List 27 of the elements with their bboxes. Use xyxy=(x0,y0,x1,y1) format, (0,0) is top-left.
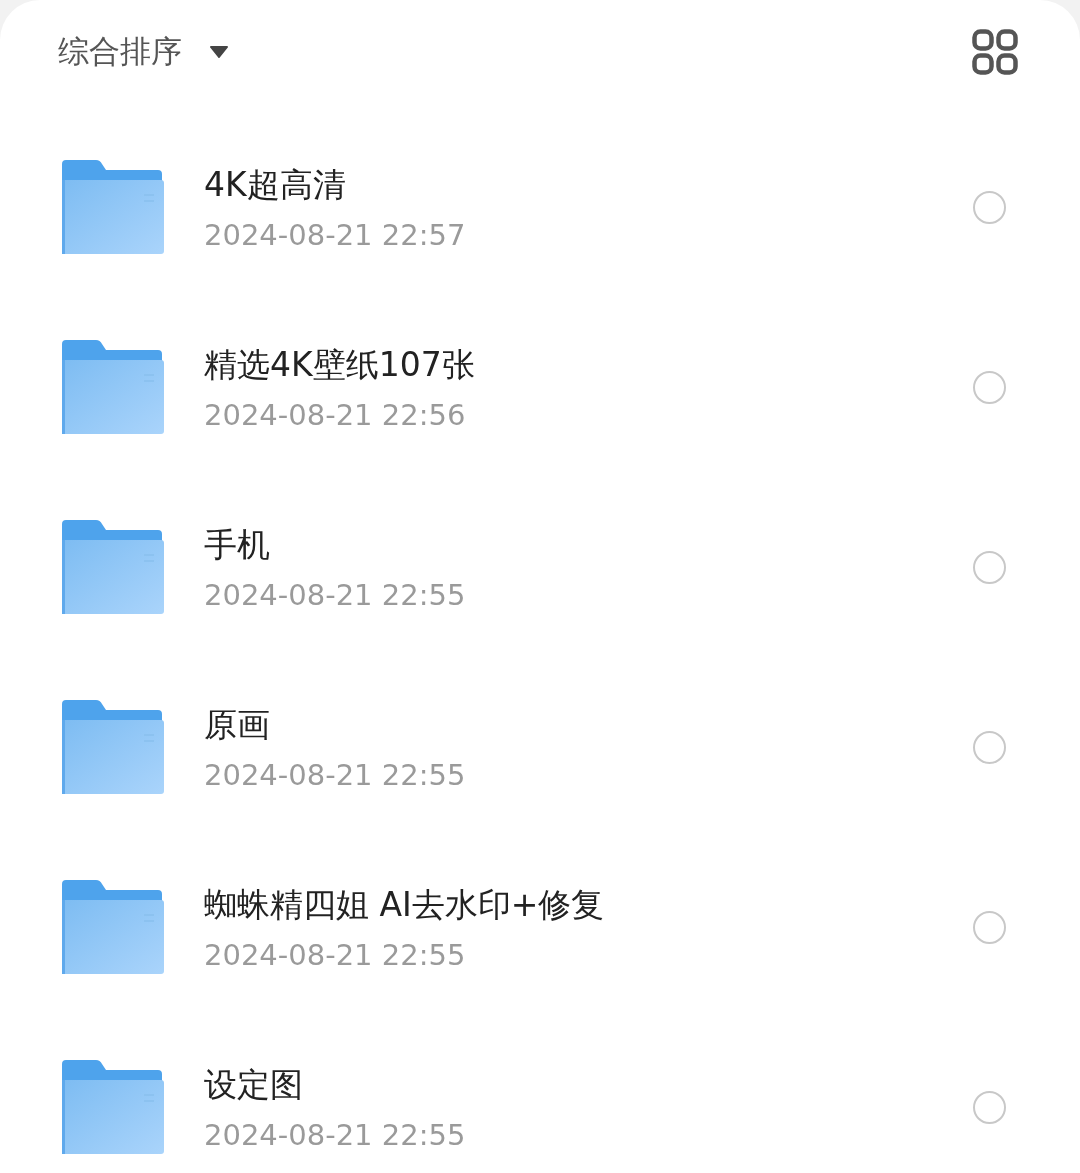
modified-date: 2024-08-21 22:55 xyxy=(204,937,467,972)
folder-icon xyxy=(62,880,164,974)
grid-view-icon[interactable] xyxy=(972,29,1018,75)
folder-icon xyxy=(62,160,164,254)
select-radio[interactable] xyxy=(973,190,1006,224)
modified-date: 2024-08-21 22:56 xyxy=(204,397,467,432)
folder-name: 精选4K壁纸107张 xyxy=(204,343,476,386)
folder-name: 4K超高清 xyxy=(204,163,347,206)
folder-icon xyxy=(62,700,164,794)
caret-icon xyxy=(210,46,228,58)
modified-date: 2024-08-21 22:55 xyxy=(204,757,467,792)
modified-date: 2024-08-21 22:57 xyxy=(204,217,467,252)
sort-dropdown[interactable]: 综合排序 xyxy=(58,31,228,73)
select-radio[interactable] xyxy=(973,370,1006,404)
modified-date: 2024-08-21 22:55 xyxy=(204,577,467,612)
folder-name: 原画 xyxy=(204,703,271,746)
folder-name: 手机 xyxy=(204,523,271,566)
folder-icon xyxy=(62,1060,164,1154)
folder-name: 蜘蛛精四姐 AI去水印+修复 xyxy=(204,883,606,926)
folder-icon xyxy=(62,520,164,614)
select-radio[interactable] xyxy=(973,1090,1006,1124)
select-radio[interactable] xyxy=(973,910,1006,944)
folder-icon xyxy=(62,340,164,434)
select-radio[interactable] xyxy=(973,550,1006,584)
select-radio[interactable] xyxy=(973,730,1006,764)
folder-name: 设定图 xyxy=(204,1063,304,1106)
modified-date: 2024-08-21 22:55 xyxy=(204,1117,467,1152)
